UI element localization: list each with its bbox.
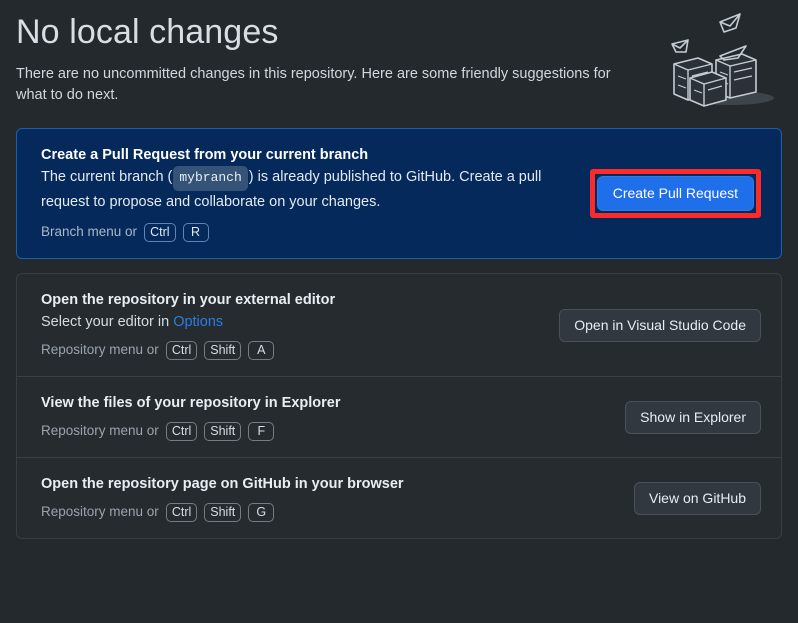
row-title-show-in-explorer: View the files of your repository in Exp… [41,395,341,411]
row-actions: View on GitHub [618,481,761,515]
kbd-ctrl: Ctrl [165,502,198,522]
options-link[interactable]: Options [173,314,223,330]
description-prefix: Select your editor in [41,314,174,330]
shortcut-hint-show-in-explorer: Repository menu or Ctrl Shift F [41,421,609,441]
row-text: View the files of your repository in Exp… [41,393,609,441]
row-text: Open the repository in your external edi… [41,290,543,360]
row-create-pull-request: Create a Pull Request from your current … [17,129,781,258]
hint-label: Repository menu or [41,504,159,519]
show-in-explorer-button[interactable]: Show in Explorer [625,400,761,434]
row-actions: Create Pull Request [574,169,761,218]
kbd-a: A [248,340,275,360]
highlight-annotation: Create Pull Request [589,169,761,218]
row-show-in-explorer: View the files of your repository in Exp… [17,376,781,457]
row-text: Create a Pull Request from your current … [41,145,574,242]
row-title-open-external-editor: Open the repository in your external edi… [41,292,336,308]
kbd-ctrl: Ctrl [165,421,198,441]
hint-label: Repository menu or [41,423,159,438]
kbd-shift: Shift [204,340,242,360]
row-actions: Show in Explorer [609,400,761,434]
row-description-create-pull-request: The current branch (mybranch) is already… [41,166,546,213]
hint-label: Branch menu or [41,224,138,239]
create-pull-request-button[interactable]: Create Pull Request [596,176,754,211]
row-open-external-editor: Open the repository in your external edi… [17,274,781,376]
row-text: Open the repository page on GitHub in yo… [41,474,618,522]
description-prefix: The current branch ( [41,169,173,185]
page-header: No local changes There are no uncommitte… [0,0,798,107]
kbd-g: G [248,502,275,522]
page-subtitle: There are no uncommitted changes in this… [16,66,611,103]
open-in-visual-studio-code-button[interactable]: Open in Visual Studio Code [559,308,761,342]
hint-label: Repository menu or [41,342,159,357]
kbd-r: R [182,222,209,242]
branch-name-chip: mybranch [173,166,248,191]
shortcut-hint-view-on-github: Repository menu or Ctrl Shift G [41,502,618,522]
row-title-view-on-github: Open the repository page on GitHub in yo… [41,476,404,492]
kbd-shift: Shift [204,502,242,522]
shortcut-hint-open-external-editor: Repository menu or Ctrl Shift A [41,340,543,360]
view-on-github-button[interactable]: View on GitHub [633,481,761,515]
paper-stack-illustration [658,2,788,112]
card-other-suggestions: Open the repository in your external edi… [16,273,782,539]
card-create-pull-request: Create a Pull Request from your current … [16,128,782,259]
kbd-shift: Shift [204,421,242,441]
suggestion-cards: Create a Pull Request from your current … [0,128,798,539]
row-description-open-external-editor: Select your editor in Options [41,311,543,333]
kbd-f: F [248,421,275,441]
row-view-on-github: Open the repository page on GitHub in yo… [17,457,781,538]
kbd-ctrl: Ctrl [165,340,198,360]
kbd-ctrl: Ctrl [144,222,176,242]
shortcut-hint-create-pull-request: Branch menu or Ctrl R [41,222,574,242]
row-actions: Open in Visual Studio Code [543,308,761,342]
row-title-create-pull-request: Create a Pull Request from your current … [41,147,369,163]
